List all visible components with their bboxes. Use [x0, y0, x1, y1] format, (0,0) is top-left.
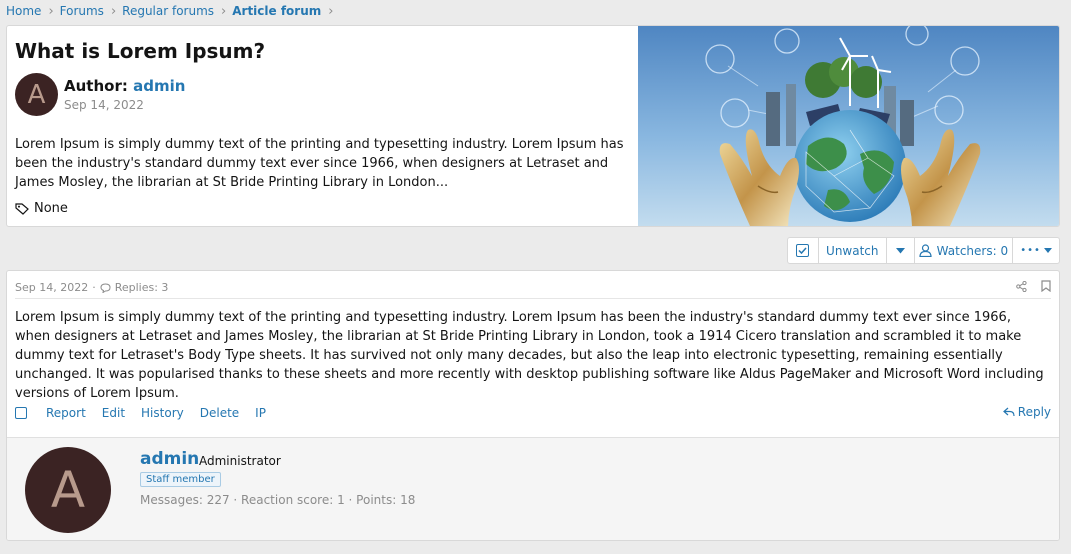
- article-date: Sep 14, 2022: [64, 98, 144, 112]
- reply-label: Reply: [1017, 405, 1051, 419]
- staff-badge: Staff member: [140, 472, 221, 487]
- history-link[interactable]: History: [141, 406, 184, 420]
- first-post: Sep 14, 2022 · Replies: 3 Lorem Ipsum is…: [6, 270, 1060, 541]
- post-action-bar: Report Edit History Delete IP: [15, 406, 282, 420]
- user-info-block: A admin Administrator Staff member Messa…: [7, 437, 1059, 540]
- breadcrumb-article-forum[interactable]: Article forum: [232, 4, 321, 18]
- edit-link[interactable]: Edit: [102, 406, 125, 420]
- caret-down-icon: [895, 247, 905, 253]
- username-link[interactable]: admin: [140, 449, 199, 469]
- reply-count: Replies: 3: [114, 281, 169, 294]
- reply-arrow-icon: [1002, 407, 1015, 417]
- author-avatar[interactable]: A: [15, 73, 58, 116]
- breadcrumb-regular-forums[interactable]: Regular forums: [122, 4, 214, 18]
- author-line: Author: admin: [64, 77, 185, 95]
- caret-down-icon: [1043, 248, 1052, 253]
- tag-value: None: [34, 201, 68, 216]
- breadcrumb-home[interactable]: Home: [6, 4, 41, 18]
- more-options-button[interactable]: •••: [1013, 238, 1059, 263]
- ip-link[interactable]: IP: [255, 406, 266, 420]
- article-excerpt: Lorem Ipsum is simply dummy text of the …: [15, 137, 624, 190]
- breadcrumb: Home › Forums › Regular forums › Article…: [6, 3, 339, 19]
- watchers-button[interactable]: Watchers: 0: [915, 238, 1014, 263]
- delete-link[interactable]: Delete: [200, 406, 239, 420]
- unwatch-menu-button[interactable]: [887, 238, 915, 263]
- reply-button[interactable]: Reply: [1002, 405, 1051, 419]
- more-dots-icon: •••: [1020, 245, 1041, 256]
- unwatch-button[interactable]: Unwatch: [819, 238, 887, 263]
- post-meta-actions: [1016, 280, 1051, 292]
- post-meta: Sep 14, 2022 · Replies: 3: [15, 281, 168, 294]
- post-date[interactable]: Sep 14, 2022: [15, 281, 88, 294]
- meta-separator: ·: [92, 281, 96, 294]
- breadcrumb-forums[interactable]: Forums: [60, 4, 104, 18]
- user-title: Administrator: [199, 454, 281, 468]
- share-icon[interactable]: [1016, 280, 1027, 292]
- article-cover-image[interactable]: [638, 26, 1060, 227]
- watch-checkbox[interactable]: [788, 238, 819, 263]
- chevron-right-icon: ›: [221, 3, 227, 19]
- chevron-right-icon: ›: [328, 3, 334, 19]
- author-label: Author:: [64, 77, 128, 95]
- user-avatar[interactable]: A: [25, 447, 111, 533]
- article-header: What is Lorem Ipsum? A Author: admin Sep…: [6, 25, 1060, 227]
- speech-bubble-icon: [100, 282, 111, 293]
- chevron-right-icon: ›: [110, 3, 117, 19]
- watchers-label: Watchers: 0: [936, 243, 1009, 258]
- author-link[interactable]: admin: [133, 77, 185, 95]
- thread-action-bar: Unwatch Watchers: 0 •••: [787, 237, 1060, 264]
- tag-list: None: [15, 201, 68, 216]
- report-link[interactable]: Report: [46, 406, 86, 420]
- user-stats: Messages: 227 · Reaction score: 1 · Poin…: [140, 493, 416, 507]
- user-icon: [919, 244, 932, 257]
- page-title: What is Lorem Ipsum?: [15, 39, 266, 63]
- bookmark-icon[interactable]: [1041, 280, 1051, 292]
- post-body: Lorem Ipsum is simply dummy text of the …: [15, 310, 1044, 401]
- checkbox-checked-icon: [796, 244, 810, 257]
- tag-icon: [15, 202, 29, 215]
- divider: [15, 298, 1051, 299]
- chevron-right-icon: ›: [48, 3, 54, 19]
- select-post-checkbox[interactable]: [15, 407, 27, 419]
